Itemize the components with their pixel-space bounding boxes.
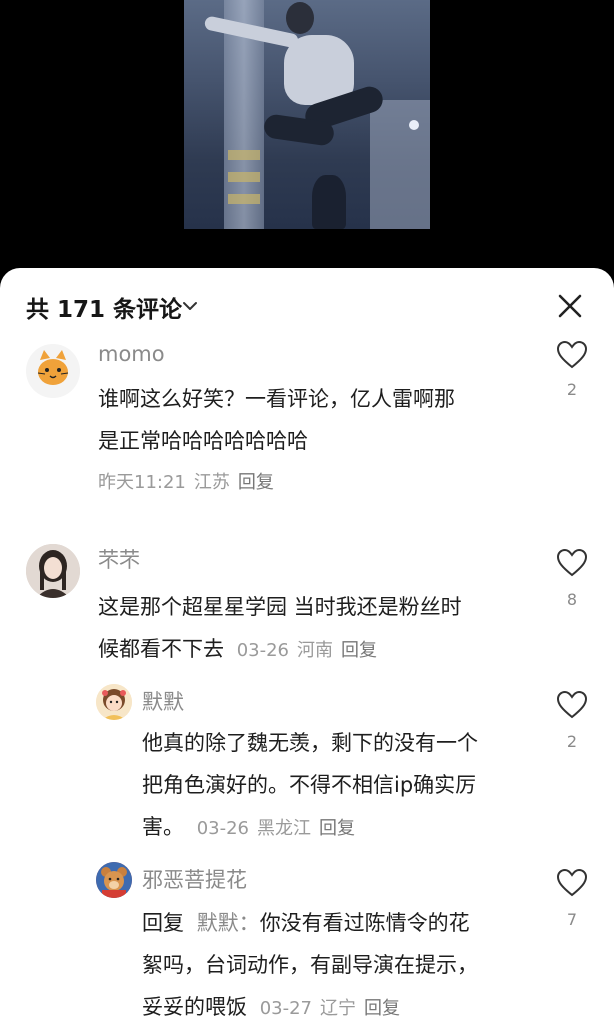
avatar[interactable] xyxy=(26,544,80,598)
heart-icon[interactable] xyxy=(556,868,588,898)
comment-meta: 昨天11:21 江苏 回复 xyxy=(98,468,274,494)
bear-avatar-icon xyxy=(96,862,132,898)
avatar[interactable] xyxy=(96,862,132,898)
comment-location: 江苏 xyxy=(193,472,230,493)
comment-location: 辽宁 xyxy=(320,998,356,1019)
like-count: 2 xyxy=(566,380,578,399)
like-count: 2 xyxy=(566,732,578,751)
reply-item: 邪恶菩提花 回复 默默：你没有看过陈情令的花 絮吗，台词动作，有副导演在提示， … xyxy=(0,860,614,1024)
reply-button[interactable]: 回复 xyxy=(238,472,274,493)
video-stripe-shape xyxy=(228,150,260,160)
comment-item: 芣芣 这是那个超星星学园 当时我还是粉丝时 候都看不下去 03-26 河南 回复 8 xyxy=(0,540,614,670)
comment-text-line: 谁啊这么好笑？一看评论，亿人雷啊那 xyxy=(98,387,455,411)
video-background-figure xyxy=(312,175,346,229)
heart-icon[interactable] xyxy=(556,340,588,370)
comment-text-part: 害。 xyxy=(142,815,184,839)
video-wall-shape xyxy=(370,100,430,229)
avatar[interactable] xyxy=(26,344,80,398)
comment-time: 昨天11:21 xyxy=(98,472,186,493)
user-photo-avatar xyxy=(26,544,80,598)
reply-item: 默默 他真的除了魏无羡，剩下的没有一个 把角色演好的。不得不相信ip确实厉 害。… xyxy=(0,682,614,842)
chevron-down-icon[interactable] xyxy=(180,296,200,316)
comments-header: 共 171 条评论 xyxy=(0,268,614,346)
comment-text-line: 妥妥的喂饭 03-27 辽宁 回复 xyxy=(142,986,542,1024)
video-light-shape xyxy=(409,120,419,130)
comment-meta: 03-26 黑龙江 回复 xyxy=(197,818,355,839)
comment-time: 03-26 xyxy=(236,640,289,661)
comment-author[interactable]: 芣芣 xyxy=(98,544,140,574)
video-figure-head xyxy=(286,2,314,34)
comment-author[interactable]: momo xyxy=(98,342,165,366)
cartoon-avatar-icon xyxy=(96,684,132,720)
like-count: 7 xyxy=(566,910,578,929)
video-player[interactable] xyxy=(0,0,614,270)
comment-text-part: 你没有看过陈情令的花 xyxy=(259,911,470,935)
heart-icon[interactable] xyxy=(556,690,588,720)
reply-text: 回复 默默：你没有看过陈情令的花 絮吗，台词动作，有副导演在提示， 妥妥的喂饭 … xyxy=(142,902,542,1024)
comment-count-title[interactable]: 共 171 条评论 xyxy=(26,290,182,324)
reply-button[interactable]: 回复 xyxy=(364,998,400,1019)
comment-text-part: 候都看不下去 xyxy=(98,637,224,661)
comment-time: 03-26 xyxy=(196,818,249,839)
like-count: 8 xyxy=(566,590,578,609)
video-stripe-shape xyxy=(228,172,260,182)
comment-meta: 03-26 河南 回复 xyxy=(237,640,377,661)
reply-button[interactable]: 回复 xyxy=(319,818,355,839)
comment-text-part: 妥妥的喂饭 xyxy=(142,995,247,1019)
comment-text-line: 这是那个超星星学园 当时我还是粉丝时 xyxy=(98,595,462,619)
comment-meta: 03-27 辽宁 回复 xyxy=(260,998,400,1019)
comment-text-line: 他真的除了魏无羡，剩下的没有一个 xyxy=(142,731,478,755)
comment-text-line: 回复 默默：你没有看过陈情令的花 xyxy=(142,902,542,944)
comment-location: 黑龙江 xyxy=(257,818,311,839)
comment-text: 谁啊这么好笑？一看评论，亿人雷啊那 是正常哈哈哈哈哈哈哈 xyxy=(98,378,528,462)
comment-text: 这是那个超星星学园 当时我还是粉丝时 候都看不下去 03-26 河南 回复 xyxy=(98,586,538,672)
cat-avatar-icon xyxy=(37,350,69,385)
comment-location: 河南 xyxy=(297,640,333,661)
comments-sheet: 共 171 条评论 momo 谁啊这么好笑？一看评论，亿人雷啊那 是正常哈哈哈哈… xyxy=(0,268,614,1024)
reply-button[interactable]: 回复 xyxy=(341,640,377,661)
video-stripe-shape xyxy=(228,194,260,204)
comment-time: 03-27 xyxy=(259,998,312,1019)
video-frame[interactable] xyxy=(184,0,430,229)
reply-target-user[interactable]: 默默： xyxy=(197,911,260,935)
reply-text: 他真的除了魏无羡，剩下的没有一个 把角色演好的。不得不相信ip确实厉 害。 03… xyxy=(142,722,542,850)
comment-text-line: 害。 03-26 黑龙江 回复 xyxy=(142,806,542,850)
reply-prefix: 回复 xyxy=(142,911,184,935)
heart-icon[interactable] xyxy=(556,548,588,578)
comment-text-line: 把角色演好的。不得不相信ip确实厉 xyxy=(142,773,477,797)
comment-text-line: 是正常哈哈哈哈哈哈哈 xyxy=(98,429,308,453)
comment-text-line: 絮吗，台词动作，有副导演在提示， xyxy=(142,953,478,977)
reply-author[interactable]: 默默 xyxy=(142,686,184,716)
comment-text-line: 候都看不下去 03-26 河南 回复 xyxy=(98,628,538,672)
reply-author[interactable]: 邪恶菩提花 xyxy=(142,864,247,894)
comment-item: momo 谁啊这么好笑？一看评论，亿人雷啊那 是正常哈哈哈哈哈哈哈 昨天11:2… xyxy=(0,340,614,500)
close-icon[interactable] xyxy=(554,290,586,322)
avatar[interactable] xyxy=(96,684,132,720)
